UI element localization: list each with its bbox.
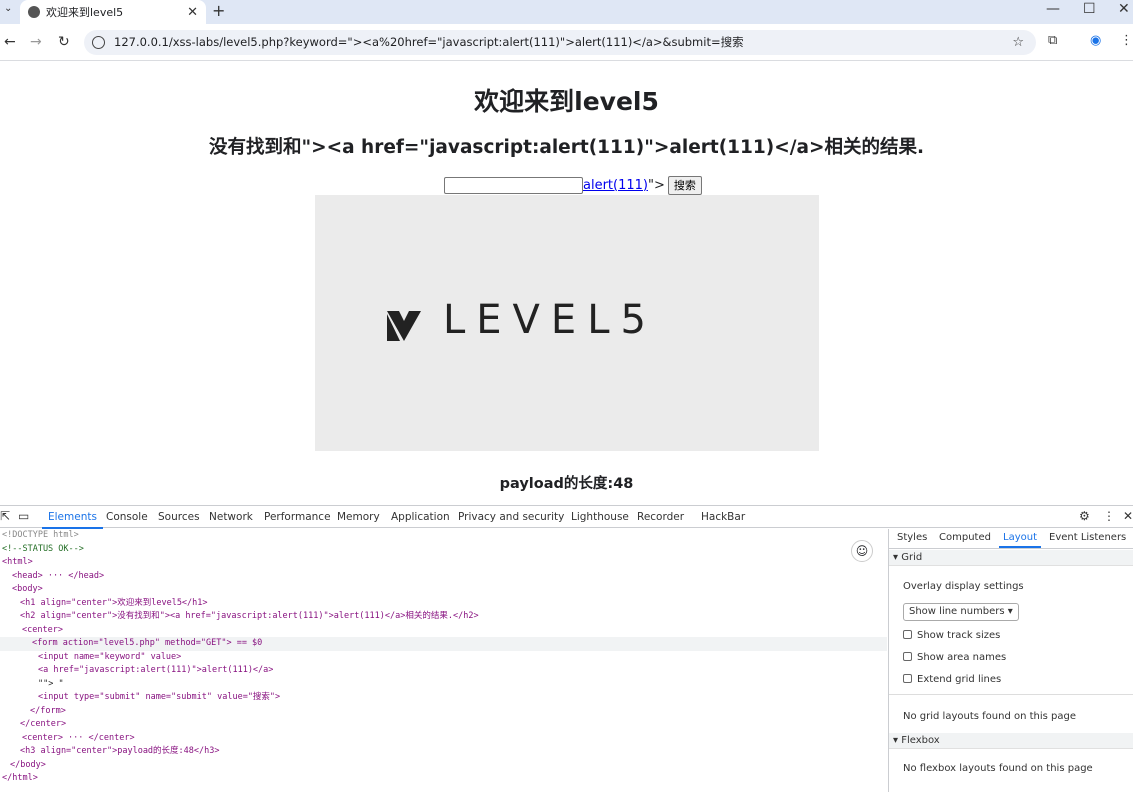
tab-event-listeners[interactable]: Event Listeners: [1049, 532, 1126, 543]
checkbox-icon[interactable]: [903, 652, 912, 661]
tab-recorder[interactable]: Recorder: [637, 511, 684, 523]
sidebar-tabs: Styles Computed Layout Event Listeners: [889, 529, 1133, 549]
tab-computed[interactable]: Computed: [939, 532, 991, 543]
divider: [889, 694, 1133, 695]
checkbox-area-names[interactable]: Show area names: [903, 652, 1006, 663]
accessibility-icon[interactable]: ☺: [851, 540, 873, 562]
checkbox-label: Show track sizes: [917, 630, 1001, 641]
devtools-tabs: ⇱ ▭ Elements Console Sources Network Per…: [0, 506, 1133, 529]
dom-line[interactable]: <html>: [2, 556, 33, 570]
logo-text: LEVEL5: [443, 297, 657, 343]
tab-console[interactable]: Console: [106, 511, 148, 523]
dom-line[interactable]: <h3 align="center">payload的长度:48</h3>: [20, 745, 220, 759]
tab-layout[interactable]: Layout: [999, 532, 1041, 548]
inspect-icon[interactable]: ⇱: [0, 509, 10, 523]
flexbox-header-label: Flexbox: [901, 735, 940, 746]
payload-length: payload的长度:48: [499, 476, 634, 492]
tab-search-chevron-icon[interactable]: ⌄: [4, 3, 12, 14]
checkbox-icon[interactable]: [903, 674, 912, 683]
tab-lighthouse[interactable]: Lighthouse: [571, 511, 629, 523]
dom-line[interactable]: <!DOCTYPE html>: [2, 529, 79, 543]
result-heading: 没有找到和"><a href="javascript:alert(111)">a…: [208, 137, 925, 158]
dom-line[interactable]: </form>: [30, 705, 66, 719]
new-tab-button[interactable]: +: [212, 1, 225, 20]
close-devtools-icon[interactable]: ✕: [1123, 509, 1133, 523]
checkbox-label: Extend grid lines: [917, 674, 1002, 685]
search-form: alert(111) "> 搜索: [444, 175, 702, 195]
tab-title: 欢迎来到level5: [46, 6, 124, 19]
devtools-panel: ⇱ ▭ Elements Console Sources Network Per…: [0, 505, 1133, 792]
reload-button[interactable]: ↻: [58, 34, 70, 50]
keyword-input[interactable]: [444, 176, 583, 194]
tab-strip: ⌄ 欢迎来到level5 ✕ + — ☐ ✕: [0, 0, 1133, 24]
level5-mark-icon: [387, 311, 421, 341]
browser-tab[interactable]: 欢迎来到level5 ✕: [20, 0, 206, 24]
dom-line[interactable]: <a href="javascript:alert(111)">alert(11…: [38, 664, 273, 678]
menu-icon[interactable]: ⋮: [1120, 33, 1133, 48]
dom-line[interactable]: <body>: [12, 583, 43, 597]
maximize-button[interactable]: ☐: [1083, 1, 1096, 17]
select-value: Show line numbers: [909, 606, 1005, 617]
forward-button[interactable]: →: [30, 34, 42, 50]
stray-text: ">: [647, 177, 665, 193]
minimize-button[interactable]: —: [1046, 1, 1060, 17]
level5-logo-image: LEVEL5: [315, 195, 819, 451]
close-tab-icon[interactable]: ✕: [187, 5, 198, 20]
grid-header-label: Grid: [901, 552, 923, 563]
no-grid-message: No grid layouts found on this page: [903, 711, 1077, 722]
no-flex-message: No flexbox layouts found on this page: [903, 763, 1093, 774]
tab-sources[interactable]: Sources: [158, 511, 200, 523]
dom-line[interactable]: </center>: [20, 718, 66, 732]
dom-line[interactable]: <center> ··· </center>: [22, 732, 135, 746]
more-options-icon[interactable]: ⋮: [1103, 509, 1115, 523]
tab-privacy[interactable]: Privacy and security: [458, 511, 564, 523]
site-info-icon[interactable]: [92, 36, 105, 49]
dom-line-selected[interactable]: <form action="level5.php" method="GET"> …: [0, 637, 887, 651]
grid-section-header[interactable]: ▾ Grid: [889, 550, 1133, 566]
extensions-icon[interactable]: ⧉: [1048, 33, 1057, 48]
device-toolbar-icon[interactable]: ▭: [18, 509, 29, 523]
checkbox-track-sizes[interactable]: Show track sizes: [903, 630, 1000, 641]
layout-sidebar: Styles Computed Layout Event Listeners ▾…: [888, 529, 1133, 792]
dom-line[interactable]: ""> ": [38, 678, 64, 692]
page-heading: 欢迎来到level5: [474, 87, 659, 116]
settings-gear-icon[interactable]: ⚙: [1079, 509, 1090, 523]
dom-line[interactable]: <h1 align="center">欢迎来到level5</h1>: [20, 597, 208, 611]
tab-performance[interactable]: Performance: [264, 511, 331, 523]
address-bar[interactable]: 127.0.0.1/xss-labs/level5.php?keyword=">…: [84, 30, 1036, 55]
dom-line[interactable]: <head> ··· </head>: [12, 570, 104, 584]
dom-tree: <!DOCTYPE html> <!--STATUS OK--> <html> …: [0, 529, 887, 792]
tab-memory[interactable]: Memory: [337, 511, 380, 523]
tab-elements[interactable]: Elements: [42, 511, 103, 529]
dom-line[interactable]: <h2 align="center">没有找到和"><a href="javas…: [20, 610, 479, 624]
dom-line[interactable]: <!--STATUS OK-->: [2, 543, 84, 557]
checkbox-icon[interactable]: [903, 630, 912, 639]
close-window-button[interactable]: ✕: [1118, 1, 1130, 17]
bookmark-star-icon[interactable]: ☆: [1012, 30, 1024, 55]
checkbox-extend-lines[interactable]: Extend grid lines: [903, 674, 1001, 685]
tab-network[interactable]: Network: [209, 511, 253, 523]
tab-hackbar[interactable]: HackBar: [701, 511, 745, 523]
injected-link[interactable]: alert(111): [583, 178, 648, 193]
dom-line[interactable]: <input type="submit" name="submit" value…: [38, 691, 280, 705]
overlay-settings-label: Overlay display settings: [903, 581, 1024, 592]
back-button[interactable]: ←: [4, 34, 16, 50]
dom-line[interactable]: <input name="keyword" value>: [38, 651, 181, 665]
flexbox-section-header[interactable]: ▾ Flexbox: [889, 733, 1133, 749]
checkbox-label: Show area names: [917, 652, 1007, 663]
tab-styles[interactable]: Styles: [897, 532, 927, 543]
submit-button[interactable]: 搜索: [667, 175, 702, 195]
tab-application[interactable]: Application: [391, 511, 450, 523]
url-text: 127.0.0.1/xss-labs/level5.php?keyword=">…: [114, 35, 744, 49]
profile-icon[interactable]: ◉: [1090, 33, 1101, 48]
dom-line[interactable]: </body>: [10, 759, 46, 773]
line-numbers-select[interactable]: Show line numbers ▾: [903, 603, 1019, 621]
dom-line[interactable]: <center>: [22, 624, 63, 638]
globe-icon: [28, 6, 40, 18]
dom-line[interactable]: </html>: [2, 772, 38, 786]
